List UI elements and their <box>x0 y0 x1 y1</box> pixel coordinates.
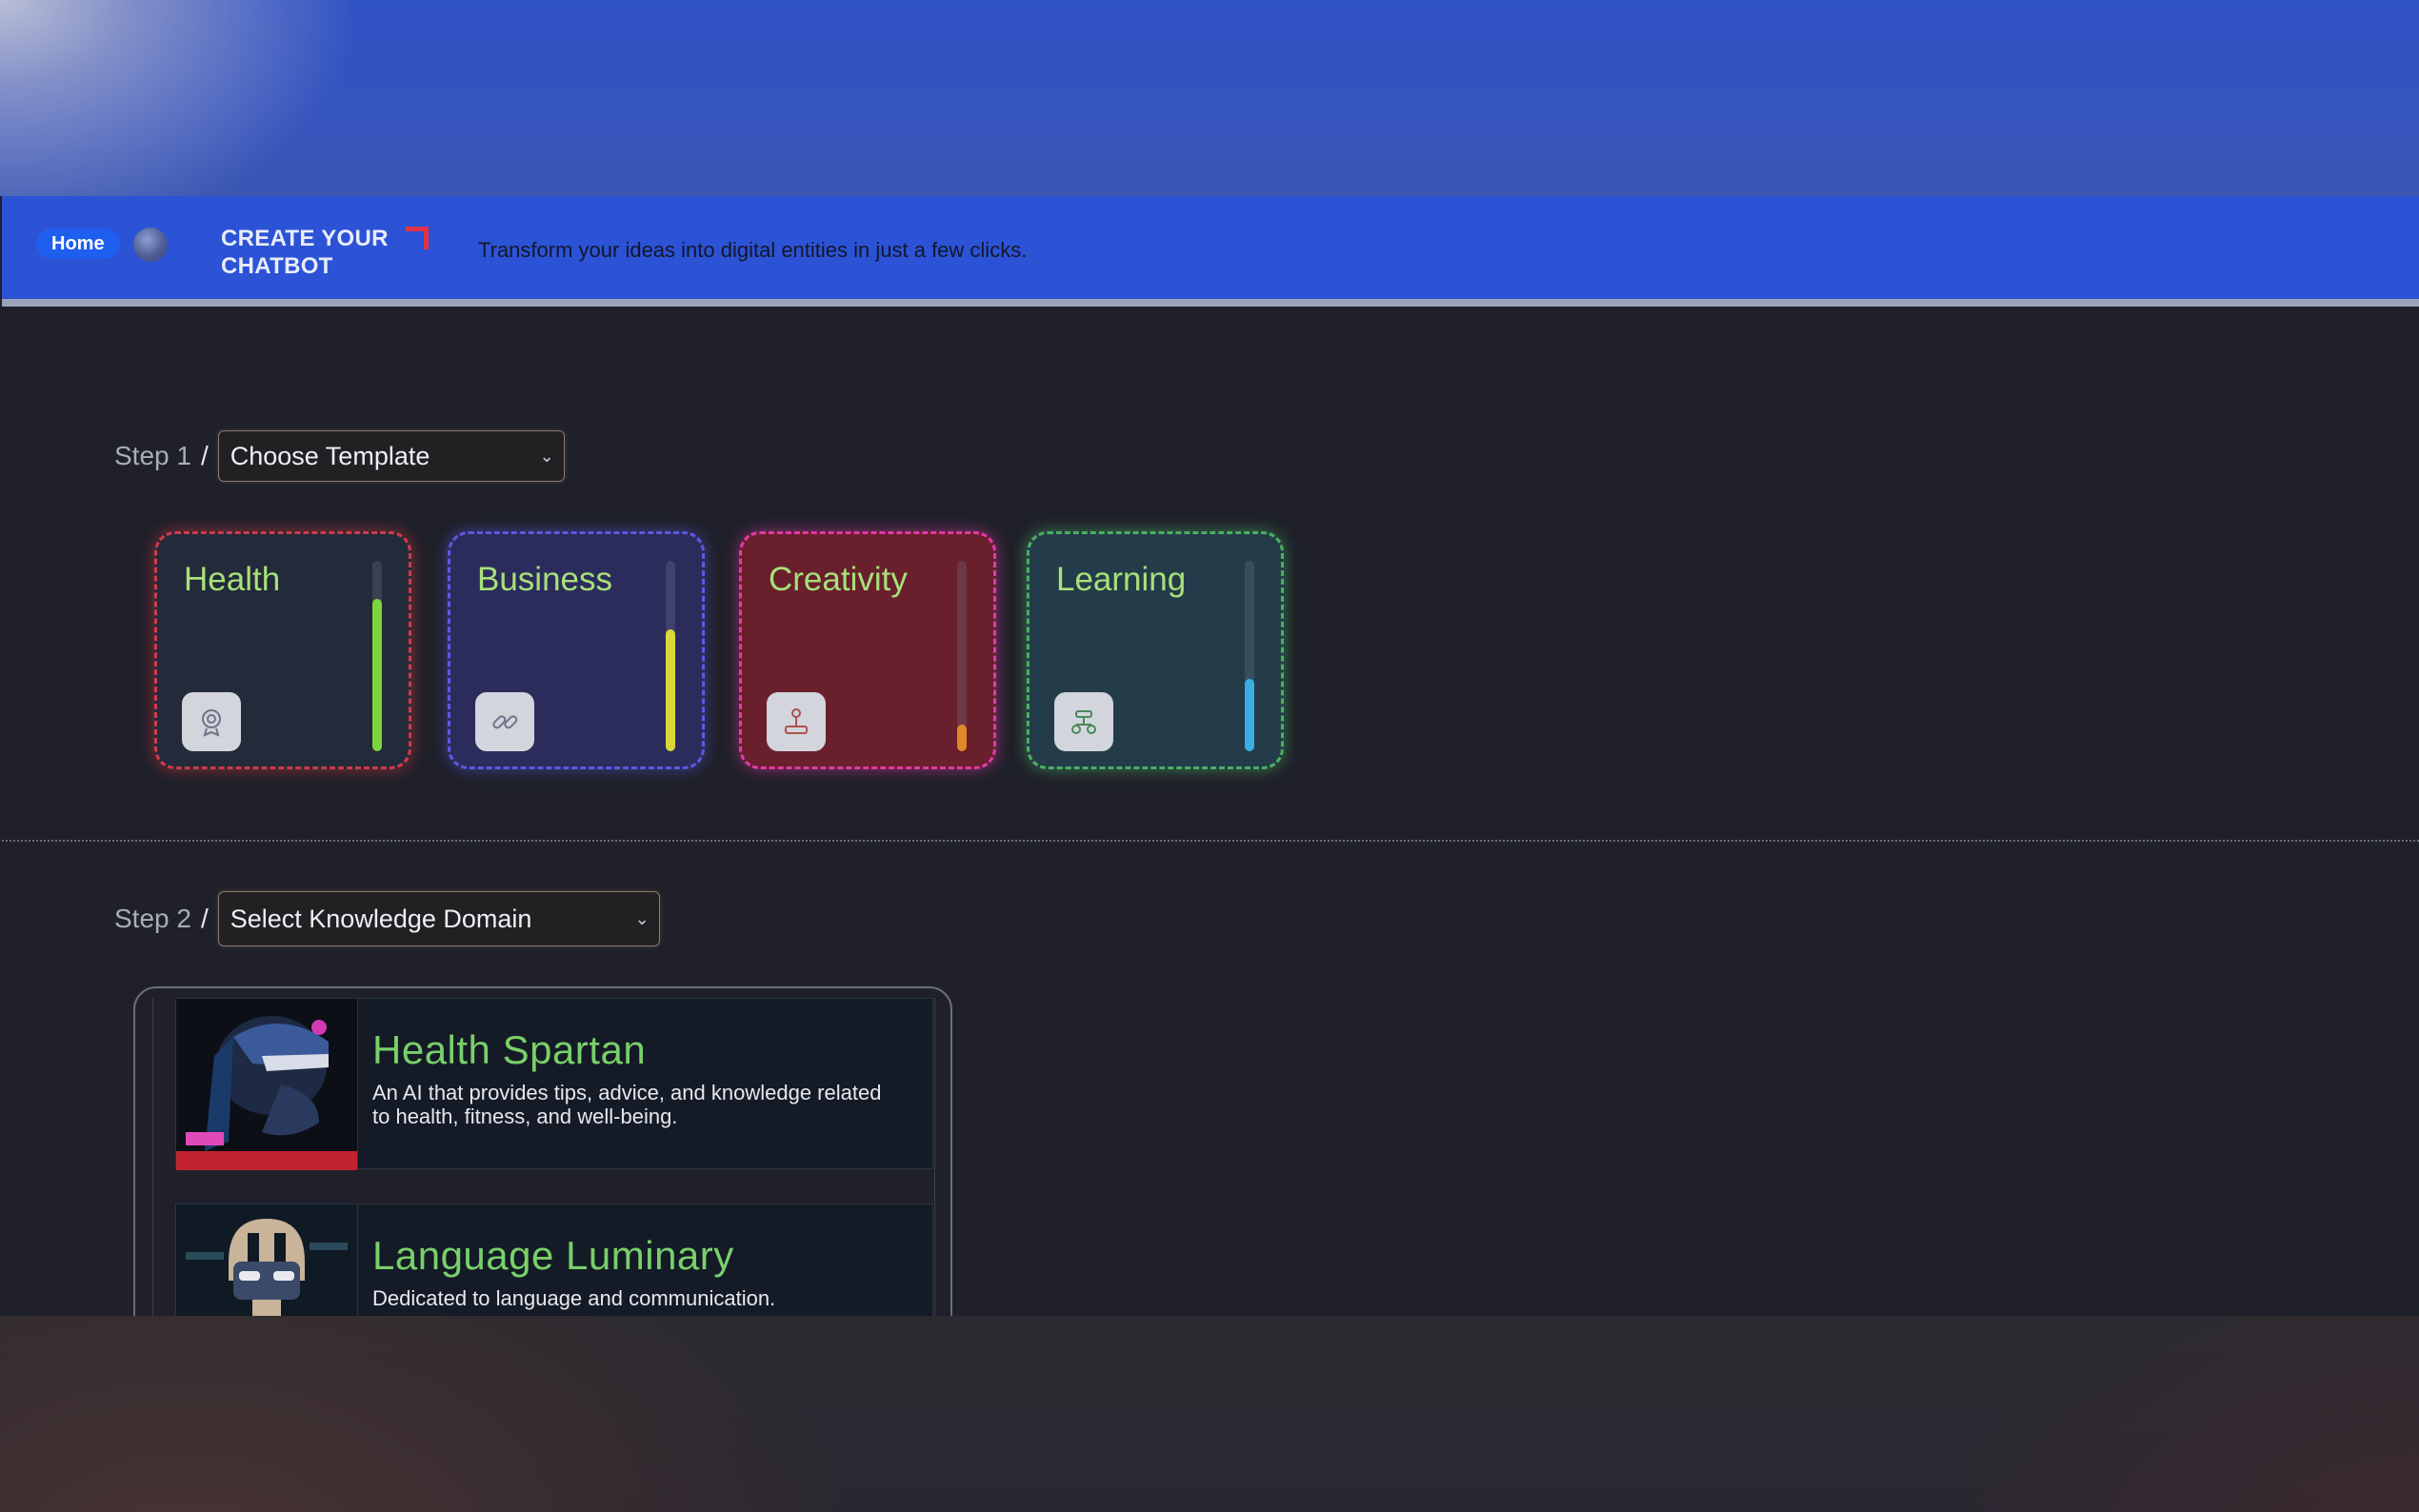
link-icon <box>475 692 534 751</box>
chevron-down-icon: ⌄ <box>634 909 650 928</box>
chevron-down-icon: ⌄ <box>539 447 554 466</box>
template-select-value: Choose Template <box>230 442 430 470</box>
section-divider <box>2 840 2419 842</box>
navbar: Home CREATE YOUR CHATBOT Transform your … <box>2 196 2419 307</box>
level-bar-fill <box>666 629 675 751</box>
step2-row: Step 2 / Select Knowledge Domain ⌄ <box>114 891 660 946</box>
knowledge-domain-select[interactable]: Select Knowledge Domain ⌄ <box>217 891 660 946</box>
bot-name: Language Luminary <box>372 1233 734 1278</box>
template-card-creativity[interactable]: Creativity <box>739 531 996 769</box>
step1-label: Step 1 <box>114 441 191 470</box>
bot-avatar <box>176 999 358 1170</box>
globe-icon[interactable] <box>133 228 168 262</box>
background-top <box>0 0 2419 196</box>
app-window: Home CREATE YOUR CHATBOT Transform your … <box>2 196 2419 1316</box>
bot-card-health-spartan[interactable]: Health Spartan An AI that provides tips,… <box>175 998 933 1170</box>
tagline: Transform your ideas into digital entiti… <box>478 238 1028 262</box>
bot-description: An AI that provides tips, advice, and kn… <box>372 1081 882 1128</box>
gear-badge-icon <box>182 692 241 751</box>
step2-label: Step 2 <box>114 904 191 933</box>
template-card-title: Creativity <box>769 561 908 598</box>
bot-name: Health Spartan <box>372 1027 647 1072</box>
home-button[interactable]: Home <box>36 229 120 259</box>
template-card-learning[interactable]: Learning <box>1027 531 1284 769</box>
background-bottom <box>0 1316 2419 1512</box>
brand-title: CREATE YOUR CHATBOT <box>221 226 389 279</box>
level-bar-fill <box>1245 679 1254 751</box>
level-bar <box>1245 561 1254 751</box>
level-bar <box>957 561 967 751</box>
bot-avatar <box>176 1204 358 1316</box>
corner-accent-icon <box>406 227 429 249</box>
template-card-title: Health <box>184 561 281 598</box>
template-card-title: Business <box>477 561 613 598</box>
step1-row: Step 1 / Choose Template ⌄ <box>114 430 565 482</box>
bot-description: Dedicated to language and communication. <box>372 1286 776 1310</box>
bot-card-language-luminary[interactable]: Language Luminary Dedicated to language … <box>175 1204 933 1316</box>
template-card-title: Learning <box>1056 561 1187 598</box>
level-bar <box>372 561 382 751</box>
template-card-health[interactable]: Health <box>154 531 411 769</box>
level-bar-fill <box>372 599 382 751</box>
step2-separator: / <box>200 904 209 933</box>
template-select[interactable]: Choose Template ⌄ <box>217 430 565 482</box>
robot-arm-icon <box>1054 692 1113 751</box>
knowledge-domain-select-value: Select Knowledge Domain <box>230 905 532 933</box>
step1-separator: / <box>200 441 209 470</box>
joystick-icon <box>767 692 826 751</box>
template-card-business[interactable]: Business <box>448 531 705 769</box>
level-bar-fill <box>957 725 967 751</box>
level-bar <box>666 561 675 751</box>
